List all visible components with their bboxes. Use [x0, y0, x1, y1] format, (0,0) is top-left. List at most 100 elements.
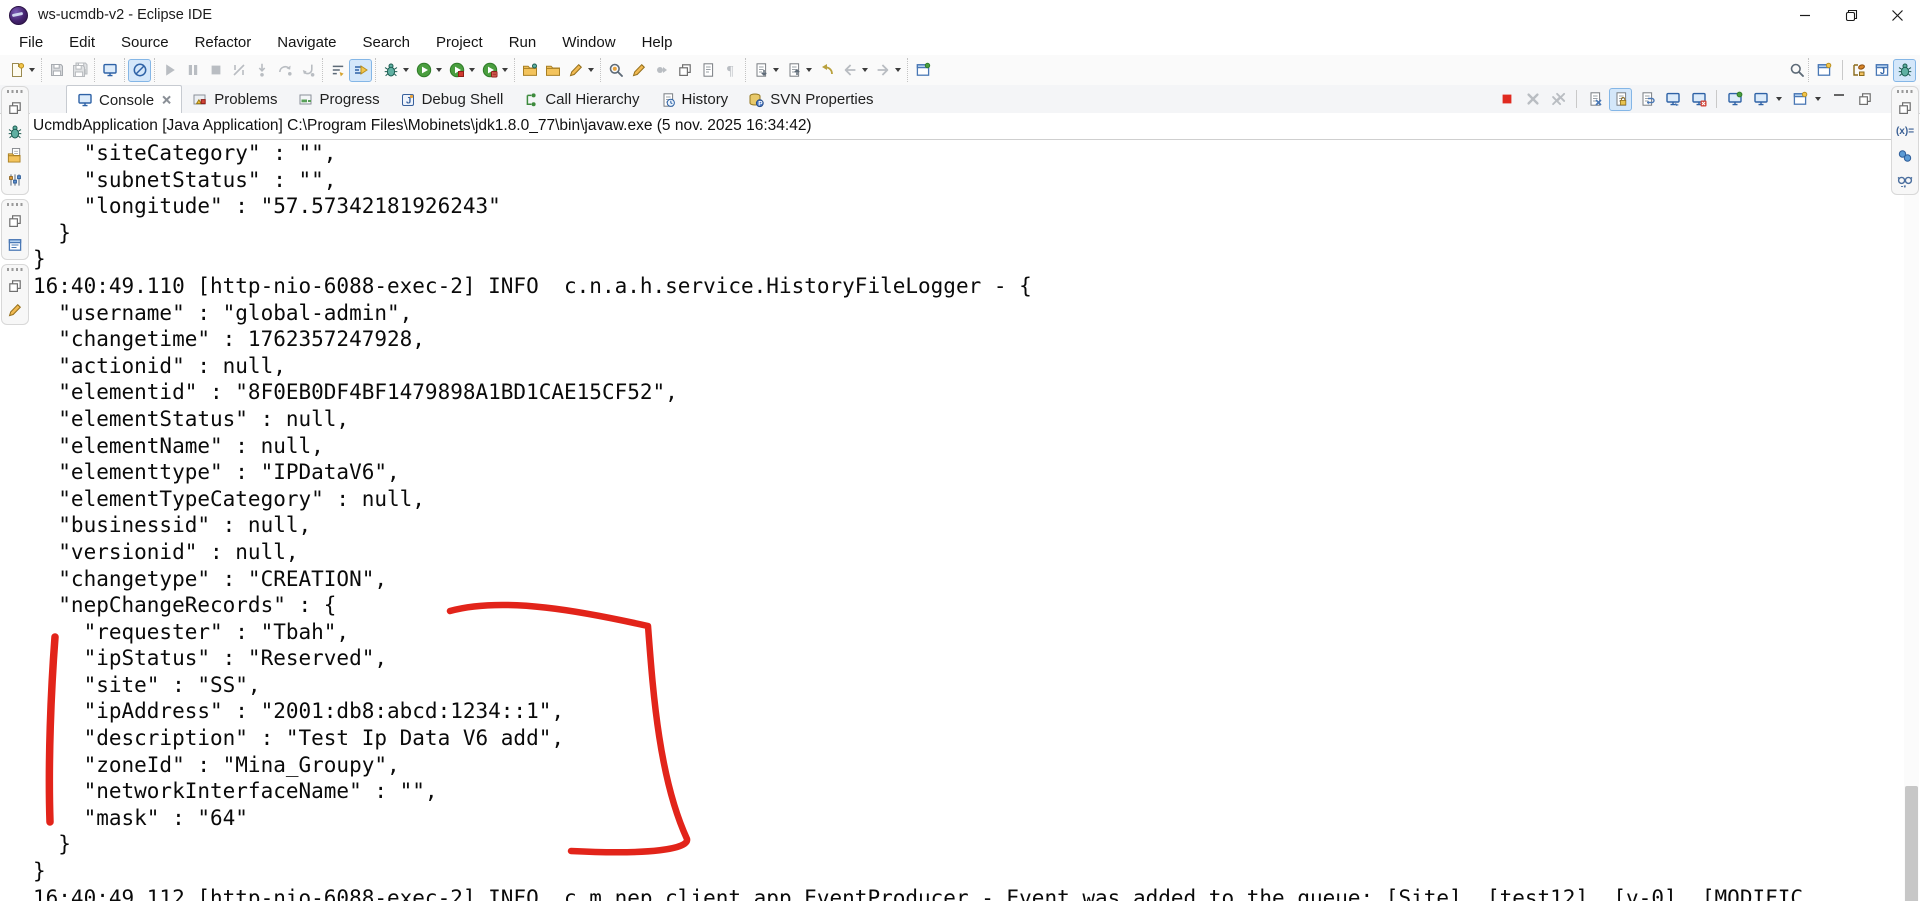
vertical-scrollbar[interactable] [1904, 140, 1919, 901]
show-stdout-console-button[interactable] [1661, 88, 1684, 111]
new-wizard-button[interactable] [5, 59, 28, 82]
word-wrap-button[interactable] [1635, 88, 1658, 111]
next-annotation-button[interactable] [650, 59, 673, 82]
mark-occurrences-button[interactable] [627, 59, 650, 82]
open-type-button[interactable] [604, 59, 627, 82]
export-dropdown-icon[interactable] [806, 68, 812, 72]
console-output-area[interactable]: "siteCategory" : "", "subnetStatus" : ""… [30, 140, 1904, 901]
tab-history[interactable]: History [650, 86, 739, 113]
markers-view-icon[interactable] [4, 301, 26, 319]
tab-progress[interactable]: Progress [288, 86, 390, 113]
variables-view-icon[interactable]: (x)= [1894, 123, 1916, 141]
open-console-dropdown-icon[interactable] [1815, 97, 1821, 101]
terminate-button-toolbar[interactable] [204, 59, 227, 82]
step-into-button[interactable] [250, 59, 273, 82]
restore-view-button[interactable] [4, 212, 26, 230]
open-file-button[interactable] [541, 59, 564, 82]
open-console-button[interactable] [98, 59, 121, 82]
clear-console-button[interactable] [1583, 88, 1606, 111]
menu-run[interactable]: Run [496, 34, 550, 51]
menu-edit[interactable]: Edit [56, 34, 108, 51]
remove-all-terminated-button[interactable] [1547, 88, 1570, 111]
run-to-line-button[interactable] [349, 59, 372, 82]
menu-search[interactable]: Search [349, 34, 423, 51]
tab-call-hierarchy[interactable]: Call Hierarchy [513, 86, 649, 113]
import-button[interactable] [749, 59, 772, 82]
display-console-dropdown-icon[interactable] [1776, 97, 1782, 101]
scrollbar-thumb[interactable] [1905, 786, 1918, 901]
tab-debug-shell[interactable]: J Debug Shell [390, 86, 514, 113]
menu-refactor[interactable]: Refactor [182, 34, 265, 51]
show-selected-element-button[interactable] [696, 59, 719, 82]
show-whitespace-button[interactable]: ¶ [719, 59, 742, 82]
profile-dropdown-icon[interactable] [502, 68, 508, 72]
forward-button[interactable] [871, 59, 894, 82]
tab-svn-properties[interactable]: P SVN Properties [738, 86, 883, 113]
menu-help[interactable]: Help [629, 34, 686, 51]
pin-console-button[interactable] [1723, 88, 1746, 111]
maximize-view-button[interactable] [1853, 88, 1876, 111]
restore-view-button[interactable] [4, 99, 26, 117]
menu-file[interactable]: File [6, 34, 56, 51]
menu-project[interactable]: Project [423, 34, 496, 51]
terminate-button[interactable] [1495, 88, 1518, 111]
run-dropdown-icon[interactable] [436, 68, 442, 72]
disconnect-button[interactable] [227, 59, 250, 82]
drag-handle-icon[interactable] [7, 203, 23, 206]
last-edit-location-button[interactable] [815, 59, 838, 82]
tab-problems[interactable]: Problems [182, 86, 287, 113]
forward-dropdown-icon[interactable] [895, 68, 901, 72]
open-perspective-button[interactable] [1812, 59, 1835, 82]
debug-view-icon[interactable] [4, 123, 26, 141]
menu-navigate[interactable]: Navigate [264, 34, 349, 51]
search-icon[interactable] [1785, 59, 1808, 82]
export-button[interactable] [782, 59, 805, 82]
open-folder-button[interactable] [518, 59, 541, 82]
display-selected-console-button[interactable] [1749, 88, 1772, 111]
perspective-debug-button[interactable] [1893, 59, 1916, 82]
tab-close-icon[interactable]: ❌︎ [162, 93, 171, 108]
outline-view-icon[interactable] [4, 236, 26, 254]
back-dropdown-icon[interactable] [862, 68, 868, 72]
project-explorer-icon[interactable] [4, 147, 26, 165]
back-button[interactable] [838, 59, 861, 82]
scroll-lock-button[interactable] [1609, 88, 1632, 111]
save-button[interactable] [45, 59, 68, 82]
menu-source[interactable]: Source [108, 34, 182, 51]
skip-all-breakpoints-button[interactable] [128, 59, 151, 82]
run-button[interactable] [412, 59, 435, 82]
close-button[interactable] [1874, 0, 1920, 30]
remove-launch-button[interactable] [1521, 88, 1544, 111]
coverage-dropdown-icon[interactable] [469, 68, 475, 72]
step-return-button[interactable] [296, 59, 319, 82]
restore-view-button[interactable] [1894, 99, 1916, 117]
breakpoint-settings-icon[interactable] [4, 171, 26, 189]
perspective-java-button[interactable]: J [1870, 59, 1893, 82]
suspend-button[interactable] [181, 59, 204, 82]
new-wizard-dropdown-icon[interactable] [29, 68, 35, 72]
restore-view-button[interactable] [4, 277, 26, 295]
copy-qualified-name-button[interactable] [673, 59, 696, 82]
drag-handle-icon[interactable] [7, 90, 23, 93]
external-tools-button[interactable] [564, 59, 587, 82]
perspective-javaee-button[interactable] [1847, 59, 1870, 82]
menu-window[interactable]: Window [549, 34, 628, 51]
debug-button[interactable] [379, 59, 402, 82]
minimize-button[interactable] [1782, 0, 1828, 30]
drag-handle-icon[interactable] [1897, 90, 1913, 93]
step-over-button[interactable] [273, 59, 296, 82]
use-step-filters-button[interactable] [326, 59, 349, 82]
show-stderr-console-button[interactable] [1687, 88, 1710, 111]
drag-handle-icon[interactable] [7, 268, 23, 271]
resume-button[interactable] [158, 59, 181, 82]
external-tools-dropdown-icon[interactable] [588, 68, 594, 72]
expressions-view-icon[interactable] [1894, 171, 1916, 189]
debug-dropdown-icon[interactable] [403, 68, 409, 72]
tab-console[interactable]: Console ❌︎ [66, 85, 182, 114]
maximize-button[interactable] [1828, 0, 1874, 30]
minimize-view-button[interactable] [1827, 88, 1850, 111]
import-dropdown-icon[interactable] [773, 68, 779, 72]
breakpoints-view-icon[interactable] [1894, 147, 1916, 165]
open-console-dropdown-button[interactable] [1788, 88, 1811, 111]
profile-button[interactable] [478, 59, 501, 82]
